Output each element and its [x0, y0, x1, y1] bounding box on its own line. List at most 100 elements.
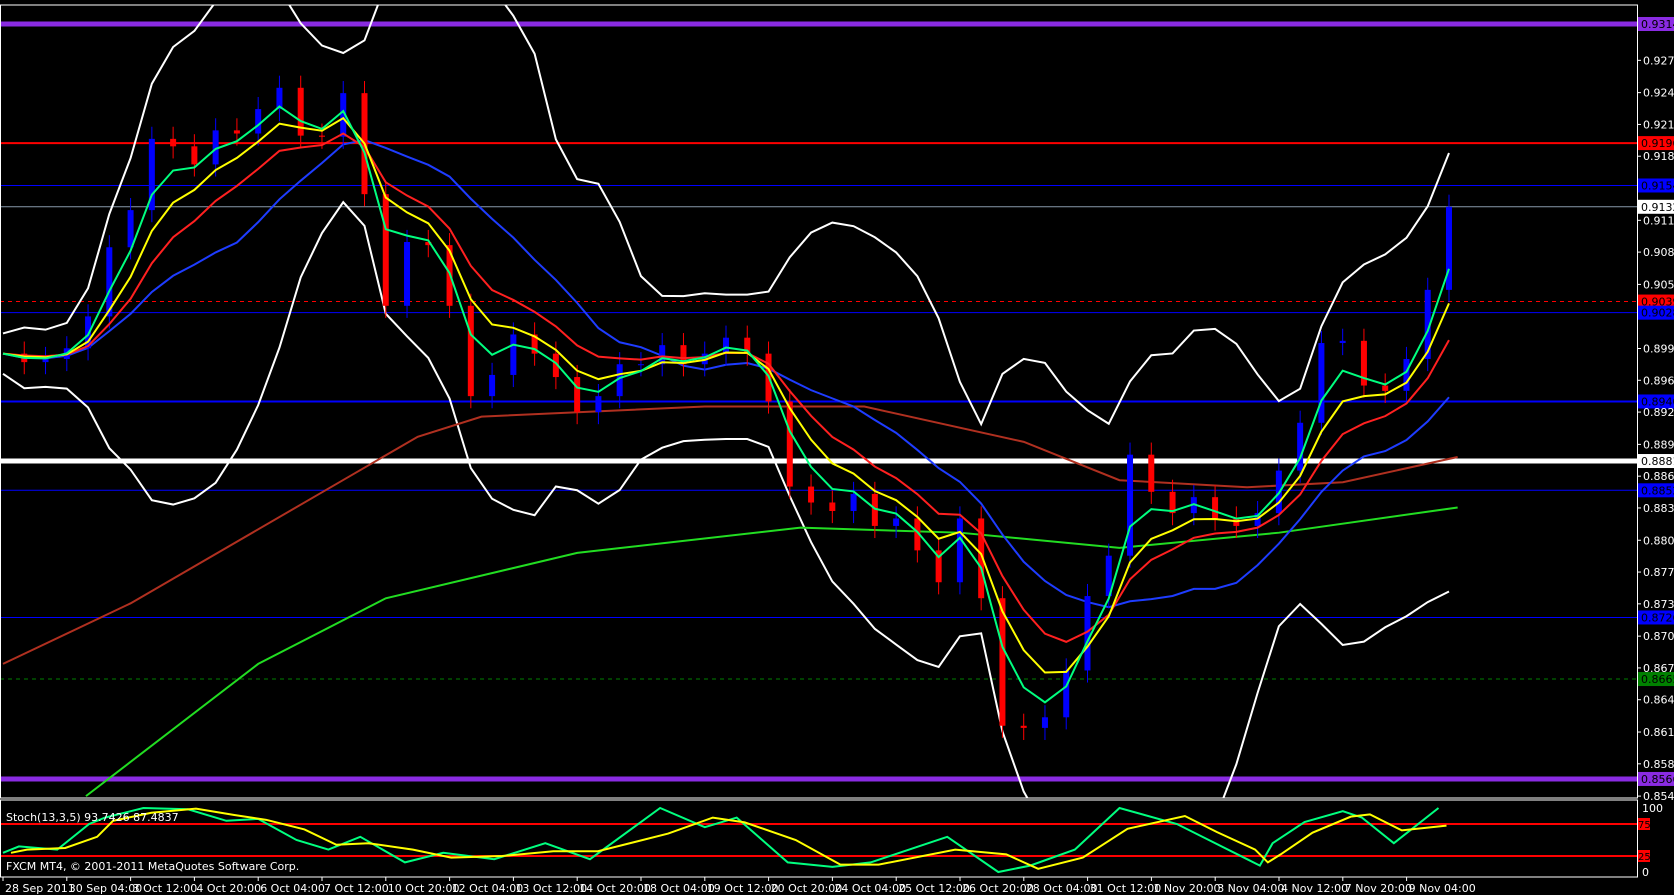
level-price-label: 0.91960 — [1641, 137, 1674, 150]
price-tick-label: 0.87710 — [1643, 566, 1674, 579]
time-label: 25 Oct 12:00 — [898, 882, 970, 895]
candle-body — [467, 305, 474, 397]
stoch-axis-label: 0 — [1642, 866, 1649, 879]
level-price-label: 0.91329 — [1641, 201, 1674, 214]
candle-body — [956, 518, 963, 583]
price-tick-label: 0.92780 — [1643, 54, 1674, 67]
slow-ma-green — [85, 506, 1458, 797]
candle-body — [510, 334, 517, 375]
candle-body — [808, 486, 815, 503]
level-price-label: 0.85660 — [1641, 773, 1674, 786]
candle-body — [722, 337, 729, 354]
price-tick-label: 0.85810 — [1643, 758, 1674, 771]
candle-body — [1020, 725, 1027, 728]
candle-body — [489, 374, 496, 397]
candle-body — [1041, 717, 1048, 728]
time-label: 13 Oct 12:00 — [515, 882, 587, 895]
candle-body — [1063, 670, 1070, 718]
level-price-label: 0.88520 — [1641, 484, 1674, 497]
candle-body — [404, 242, 411, 306]
time-label: 7 Nov 20:00 — [1345, 882, 1412, 895]
candle-body — [1297, 422, 1304, 471]
candle-body — [1148, 454, 1155, 492]
candle-body — [1127, 454, 1134, 556]
price-tick-label: 0.86125 — [1643, 726, 1674, 739]
time-label: 28 Sep 2011 — [5, 882, 75, 895]
plot-area — [0, 5, 1637, 798]
time-label: 24 Oct 04:00 — [834, 882, 906, 895]
level-price-label: 0.87260 — [1641, 611, 1674, 624]
stochastic-label: Stoch(13,3,5) 93.7426 87.4837 — [6, 811, 179, 824]
price-tick-label: 0.91830 — [1643, 150, 1674, 163]
candle-body — [1403, 358, 1410, 391]
level-price-label: 0.91540 — [1641, 179, 1674, 192]
time-label: 1 Nov 20:00 — [1153, 882, 1220, 895]
time-label: 18 Oct 04:00 — [643, 882, 715, 895]
copyright-label: FXCM MT4, © 2001-2011 MetaQuotes Softwar… — [6, 860, 299, 873]
price-tick-label: 0.86445 — [1643, 694, 1674, 707]
main-price-panel — [0, 5, 1637, 798]
price-tick-label: 0.91195 — [1643, 214, 1674, 227]
time-label: 28 Oct 04:00 — [1026, 882, 1098, 895]
axes: 0.931400.919600.915400.913290.903900.902… — [0, 4, 1674, 895]
level-price-label: 0.86650 — [1641, 673, 1674, 686]
candle-body — [255, 109, 262, 134]
candle-body — [42, 358, 49, 363]
price-tick-label: 0.87075 — [1643, 630, 1674, 643]
time-label: 20 Oct 20:00 — [771, 882, 843, 895]
time-label: 26 Oct 20:00 — [962, 882, 1034, 895]
candle-body — [829, 502, 836, 511]
candle-body — [127, 210, 134, 248]
price-tick-label: 0.88975 — [1643, 438, 1674, 451]
time-label: 14 Oct 20:00 — [579, 882, 651, 895]
price-tick-label: 0.89610 — [1643, 374, 1674, 387]
time-label: 6 Oct 04:00 — [260, 882, 325, 895]
candle-body — [893, 518, 900, 526]
ema-green — [2, 105, 1450, 704]
time-label: 31 Oct 12:00 — [1090, 882, 1162, 895]
price-tick-label: 0.89925 — [1643, 342, 1674, 355]
price-tick-label: 0.89295 — [1643, 406, 1674, 419]
time-label: 9 Nov 04:00 — [1409, 882, 1476, 895]
candle-body — [1212, 497, 1219, 519]
time-label: 30 Sep 04:00 — [69, 882, 142, 895]
chart-canvas[interactable]: 0.931400.919600.915400.913290.903900.902… — [0, 0, 1674, 895]
price-tick-label: 0.88660 — [1643, 470, 1674, 483]
time-label: 19 Oct 12:00 — [707, 882, 779, 895]
price-tick-label: 0.90880 — [1643, 246, 1674, 259]
candle-body — [191, 146, 198, 165]
candle-body — [1339, 340, 1346, 344]
candle-body — [1318, 343, 1325, 423]
level-price-label: 0.93140 — [1641, 18, 1674, 31]
stoch-level-label: 25 — [1638, 852, 1651, 863]
candle-body — [318, 135, 325, 137]
candle-body — [382, 194, 389, 306]
stoch-axis-label: 100 — [1642, 802, 1663, 815]
ema-red — [2, 132, 1450, 643]
candle-body — [850, 493, 857, 511]
time-label: 3 Nov 04:00 — [1217, 882, 1284, 895]
level-price-label: 0.88810 — [1641, 455, 1674, 468]
price-tick-label: 0.92460 — [1643, 87, 1674, 100]
stoch-level-label: 75 — [1638, 820, 1651, 831]
time-label: 4 Oct 20:00 — [196, 882, 261, 895]
candle-body — [786, 401, 793, 487]
price-tick-label: 0.92145 — [1643, 118, 1674, 131]
level-price-label: 0.90280 — [1641, 307, 1674, 320]
price-tick-label: 0.87395 — [1643, 598, 1674, 611]
candle-body — [595, 396, 602, 413]
price-tick-label: 0.86760 — [1643, 662, 1674, 675]
candle-body — [999, 598, 1006, 726]
time-label: 4 Nov 12:00 — [1281, 882, 1348, 895]
time-label: 12 Oct 04:00 — [452, 882, 524, 895]
time-label: 10 Oct 20:00 — [388, 882, 460, 895]
time-label: 3 Oct 12:00 — [133, 882, 198, 895]
time-label: 7 Oct 12:00 — [324, 882, 389, 895]
candle-body — [574, 377, 581, 413]
price-tick-label: 0.90560 — [1643, 278, 1674, 291]
candle-body — [1382, 385, 1389, 391]
ema-yellow — [2, 116, 1450, 674]
candle-body — [637, 364, 644, 366]
price-tick-label: 0.88025 — [1643, 534, 1674, 547]
candle-body — [170, 138, 177, 147]
